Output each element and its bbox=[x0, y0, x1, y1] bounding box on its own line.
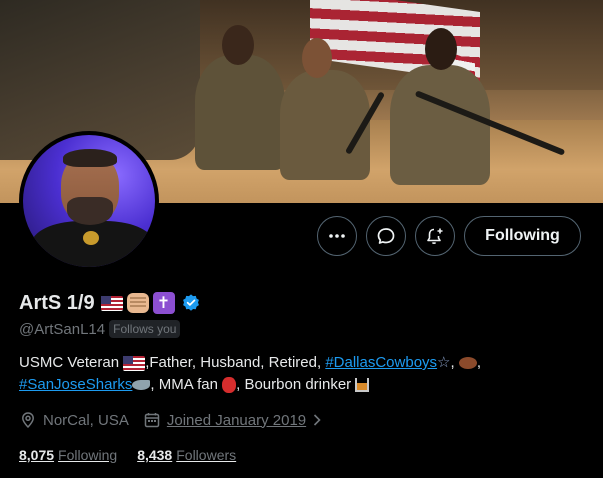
joined-item[interactable]: Joined January 2019 bbox=[143, 411, 330, 429]
following-count: 8,075 bbox=[19, 447, 55, 463]
location-pin-icon bbox=[22, 412, 34, 429]
handle-row: @ArtSanL14 Follows you bbox=[19, 320, 181, 338]
following-button[interactable]: Following bbox=[464, 216, 581, 256]
followers-label: Followers bbox=[176, 447, 237, 463]
more-button[interactable] bbox=[317, 216, 357, 256]
verified-badge-icon[interactable] bbox=[181, 293, 201, 313]
boxing-glove-icon bbox=[222, 377, 237, 394]
banner-soldier-right-head bbox=[425, 28, 457, 70]
star-icon: ☆ bbox=[437, 354, 451, 371]
profile-avatar[interactable] bbox=[19, 131, 159, 271]
hashtag-dallas-cowboys-link[interactable]: #DallasCowboys bbox=[325, 354, 437, 371]
followers-count: 8,438 bbox=[137, 447, 173, 463]
hashtag-san-jose-sharks-link[interactable]: #SanJoseSharks bbox=[19, 376, 132, 393]
banner-soldier-middle-head bbox=[302, 38, 332, 78]
avatar-shirt bbox=[31, 221, 155, 267]
location-item: NorCal, USA bbox=[19, 411, 129, 429]
banner-soldier-left bbox=[195, 55, 285, 170]
following-label: Following bbox=[58, 447, 118, 463]
banner-soldier-right bbox=[390, 65, 490, 185]
chevron-right-icon bbox=[314, 414, 321, 426]
notify-button[interactable] bbox=[415, 216, 455, 256]
bio-text-3: , bbox=[450, 354, 459, 371]
message-button[interactable] bbox=[366, 216, 406, 256]
avatar-beard bbox=[67, 197, 113, 225]
bio-text-1: USMC Veteran bbox=[19, 354, 124, 371]
shark-icon bbox=[132, 380, 151, 391]
profile-stats-row: 8,075 Following 8,438 Followers bbox=[19, 447, 256, 463]
bio-text-2: ,Father, Husband, Retired, bbox=[145, 354, 326, 371]
football-icon bbox=[458, 357, 477, 370]
whiskey-glass-icon bbox=[355, 378, 370, 393]
profile-bio: USMC Veteran ,Father, Husband, Retired, … bbox=[19, 354, 482, 394]
user-handle: @ArtSanL14 bbox=[19, 320, 106, 338]
profile-meta-row: NorCal, USA Joined January 2019 bbox=[19, 411, 344, 429]
joined-date-text[interactable]: Joined January 2019 bbox=[167, 412, 306, 429]
us-flag-icon bbox=[100, 295, 123, 311]
banner-soldier-left-head bbox=[222, 25, 254, 65]
bio-text-4: , MMA fan bbox=[150, 376, 223, 393]
more-horizontal-icon bbox=[329, 234, 345, 238]
avatar-shirt-emblem bbox=[83, 231, 99, 245]
avatar-hair bbox=[63, 149, 117, 167]
calendar-icon bbox=[144, 413, 160, 428]
fist-bump-icon bbox=[126, 293, 149, 313]
profile-name-row: ArtS 1/9 ✝ bbox=[19, 291, 201, 315]
cross-icon: ✝ bbox=[152, 292, 175, 314]
follows-you-badge: Follows you bbox=[109, 320, 181, 338]
us-flag-icon bbox=[123, 355, 146, 371]
message-icon bbox=[377, 228, 395, 244]
followers-count-link[interactable]: 8,438 Followers bbox=[137, 447, 236, 463]
display-name: ArtS 1/9 bbox=[19, 291, 95, 314]
following-count-link[interactable]: 8,075 Following bbox=[19, 447, 117, 463]
bio-text-5: , Bourbon drinker bbox=[236, 376, 356, 393]
banner-soldier-middle bbox=[280, 70, 370, 180]
location-text: NorCal, USA bbox=[43, 411, 129, 429]
notification-bell-plus-icon bbox=[427, 228, 443, 245]
